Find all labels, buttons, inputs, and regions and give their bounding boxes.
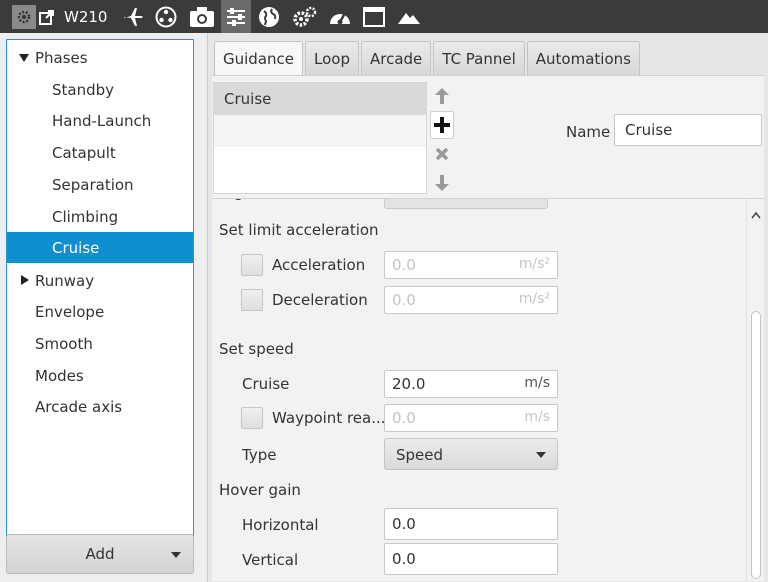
- section-title: Hover gain: [219, 481, 301, 499]
- window-icon[interactable]: [357, 0, 391, 33]
- chevron-down-icon: [536, 452, 546, 458]
- tree-item-runway[interactable]: Runway: [7, 265, 193, 296]
- cruise-label: Cruise: [242, 375, 290, 393]
- type-label: Type: [242, 446, 277, 464]
- tree-item-arcade-axis[interactable]: Arcade axis: [7, 391, 193, 422]
- tree-item-modes[interactable]: Modes: [7, 360, 193, 391]
- configuration-tree[interactable]: Phases Standby Hand-Launch Catapult Sepa…: [6, 39, 194, 559]
- tab-tc-pannel[interactable]: TC Pannel: [433, 41, 525, 75]
- guidance-form: Â g Set limit acceleration Acceleration …: [212, 198, 764, 581]
- right-panel: Guidance Loop Arcade TC Pannel Automatio…: [207, 33, 768, 582]
- collapse-arrow-icon[interactable]: [21, 275, 29, 285]
- expand-arrow-icon[interactable]: [19, 54, 29, 62]
- waypoint-checkbox[interactable]: [241, 407, 263, 429]
- tab-arcade[interactable]: Arcade: [360, 41, 432, 75]
- vertical-scrollbar[interactable]: [746, 199, 764, 581]
- guidance-content: Cruise Name Cruise Â g Set limit acceler…: [212, 75, 764, 581]
- tree-item-envelope[interactable]: Envelope: [7, 296, 193, 327]
- tab-guidance[interactable]: Guidance: [214, 41, 303, 75]
- main-toolbar: W210: [0, 0, 768, 33]
- airplane-icon[interactable]: [117, 0, 149, 33]
- waypoint-speed-field[interactable]: 0.0 m/s: [384, 404, 558, 432]
- vehicle-name: W210: [64, 7, 108, 26]
- section-title: Set limit acceleration: [219, 221, 379, 239]
- tab-loop[interactable]: Loop: [305, 41, 359, 75]
- camera-icon[interactable]: [183, 0, 221, 33]
- mountain-icon[interactable]: [391, 0, 427, 33]
- list-item[interactable]: [214, 147, 426, 179]
- list-tools: [430, 82, 456, 198]
- list-item[interactable]: Cruise: [214, 83, 426, 115]
- acceleration-checkbox[interactable]: [241, 254, 263, 276]
- scroll-up-icon[interactable]: [751, 205, 761, 223]
- clipped-label: Â g: [219, 199, 244, 201]
- tree-item-cruise[interactable]: Cruise: [7, 232, 193, 263]
- name-label: Name: [566, 123, 611, 141]
- deceleration-field[interactable]: 0.0 m/s²: [384, 286, 558, 314]
- clipped-field[interactable]: [384, 199, 548, 209]
- plus-icon[interactable]: [430, 111, 454, 139]
- tree-item-separation[interactable]: Separation: [7, 169, 193, 200]
- external-link-icon[interactable]: [36, 0, 58, 33]
- add-button[interactable]: Add: [6, 534, 194, 574]
- guidance-list[interactable]: Cruise: [213, 82, 427, 194]
- type-select[interactable]: Speed: [384, 438, 558, 470]
- tab-bar: Guidance Loop Arcade TC Pannel Automatio…: [214, 41, 642, 75]
- scrollbar-thumb[interactable]: [751, 311, 761, 579]
- speedometer-icon[interactable]: [323, 0, 357, 33]
- radiation-icon[interactable]: [149, 0, 183, 33]
- tree-item-standby[interactable]: Standby: [7, 74, 193, 105]
- horizontal-label: Horizontal: [242, 516, 319, 534]
- name-input[interactable]: Cruise: [614, 114, 762, 146]
- add-button-label: Add: [85, 545, 115, 563]
- sliders-icon[interactable]: [221, 0, 252, 33]
- waypoint-label: Waypoint rea...: [272, 409, 386, 427]
- tree-item-smooth[interactable]: Smooth: [7, 328, 193, 359]
- tab-automations[interactable]: Automations: [526, 41, 640, 75]
- tree-item-hand-launch[interactable]: Hand-Launch: [7, 105, 193, 136]
- section-title: Set speed: [219, 340, 294, 358]
- tree-item-phases[interactable]: Phases: [7, 42, 193, 73]
- globe-icon[interactable]: [251, 0, 287, 33]
- deceleration-checkbox[interactable]: [241, 289, 263, 311]
- acceleration-label: Acceleration: [272, 256, 366, 274]
- chevron-down-icon[interactable]: [171, 552, 181, 558]
- tree-item-catapult[interactable]: Catapult: [7, 137, 193, 168]
- deceleration-label: Deceleration: [272, 291, 368, 309]
- vertical-gain-field[interactable]: 0.0: [384, 543, 558, 575]
- acceleration-field[interactable]: 0.0 m/s²: [384, 251, 558, 279]
- settings-gear-icon[interactable]: [12, 4, 36, 29]
- cruise-speed-field[interactable]: 20.0 m/s: [384, 370, 558, 398]
- arrow-down-icon[interactable]: [430, 169, 454, 197]
- left-panel: Phases Standby Hand-Launch Catapult Sepa…: [0, 33, 201, 582]
- arrow-up-icon[interactable]: [430, 82, 454, 110]
- vertical-label: Vertical: [242, 551, 299, 569]
- close-icon[interactable]: [430, 140, 454, 168]
- list-item[interactable]: [214, 115, 426, 147]
- horizontal-gain-field[interactable]: 0.0: [384, 508, 558, 540]
- gears-icon[interactable]: [287, 0, 323, 33]
- tree-item-climbing[interactable]: Climbing: [7, 201, 193, 232]
